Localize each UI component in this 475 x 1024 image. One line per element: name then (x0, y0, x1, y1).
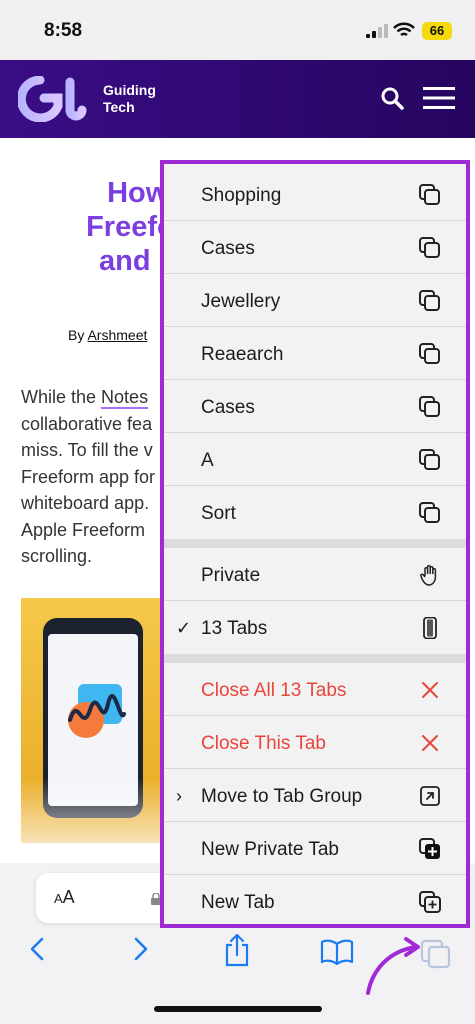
menu-item-cases[interactable]: Cases (164, 221, 466, 274)
site-header: Guiding Tech (0, 60, 475, 138)
menu-separator (164, 654, 466, 663)
menu-item-cases-2[interactable]: Cases (164, 380, 466, 433)
battery-indicator: 66 (422, 22, 452, 40)
menu-item-new-private-tab[interactable]: New Private Tab (164, 822, 466, 875)
notes-link[interactable]: Notes (101, 387, 149, 409)
annotation-arrow-icon (366, 937, 420, 995)
phone-icon (423, 617, 437, 639)
bookmarks-button[interactable] (320, 939, 354, 965)
x-icon (422, 735, 438, 751)
hand-icon (420, 565, 437, 586)
home-indicator (154, 1006, 322, 1012)
tabs-icon (419, 237, 440, 258)
guiding-tech-logo[interactable] (18, 76, 90, 122)
author-link[interactable]: Arshmeet (87, 327, 147, 343)
chevron-right-icon: › (176, 786, 182, 806)
menu-item-close-all-tabs[interactable]: Close All 13 Tabs (164, 663, 466, 716)
search-icon[interactable] (380, 86, 404, 110)
menu-item-reaearch[interactable]: Reaearch (164, 327, 466, 380)
menu-item-jewellery[interactable]: Jewellery (164, 274, 466, 327)
plus-square-icon (419, 891, 441, 913)
checkmark-icon: ✓ (176, 618, 192, 638)
tabs-icon (419, 449, 440, 470)
menu-item-13-tabs[interactable]: ✓ 13 Tabs (164, 601, 466, 654)
wifi-icon (393, 22, 415, 37)
menu-item-sort[interactable]: Sort (164, 486, 466, 539)
tabs-icon (419, 184, 440, 205)
cellular-signal-icon (366, 24, 388, 38)
article-byline: By Arshmeet (68, 327, 148, 343)
menu-item-close-this-tab[interactable]: Close This Tab (164, 716, 466, 769)
tabs-icon (419, 502, 440, 523)
back-button[interactable] (28, 936, 48, 962)
menu-item-move-to-tab-group[interactable]: › Move to Tab Group (164, 769, 466, 822)
hamburger-menu-icon[interactable] (423, 86, 455, 110)
brand-name: Guiding Tech (103, 82, 156, 115)
x-icon (422, 682, 438, 698)
text-size-button[interactable]: AA (54, 887, 75, 908)
share-button[interactable] (224, 933, 250, 967)
status-bar: 8:58 66 (0, 0, 475, 60)
menu-item-a[interactable]: A (164, 433, 466, 486)
plus-square-filled-icon (419, 838, 440, 859)
menu-item-private[interactable]: Private (164, 548, 466, 601)
tabs-icon (419, 290, 440, 311)
status-time: 8:58 (44, 20, 83, 41)
article-body: While the Notes collaborative fea miss. … (21, 387, 156, 566)
menu-item-shopping[interactable]: Shopping (164, 168, 466, 221)
tab-groups-menu: Shopping Cases Jewellery Reaearch Cases … (160, 160, 470, 928)
tabs-icon (419, 396, 440, 417)
menu-separator (164, 539, 466, 548)
tabs-icon (419, 343, 440, 364)
arrow-up-right-icon (420, 786, 440, 806)
menu-item-new-tab[interactable]: New Tab (164, 875, 466, 924)
forward-button[interactable] (130, 936, 150, 962)
